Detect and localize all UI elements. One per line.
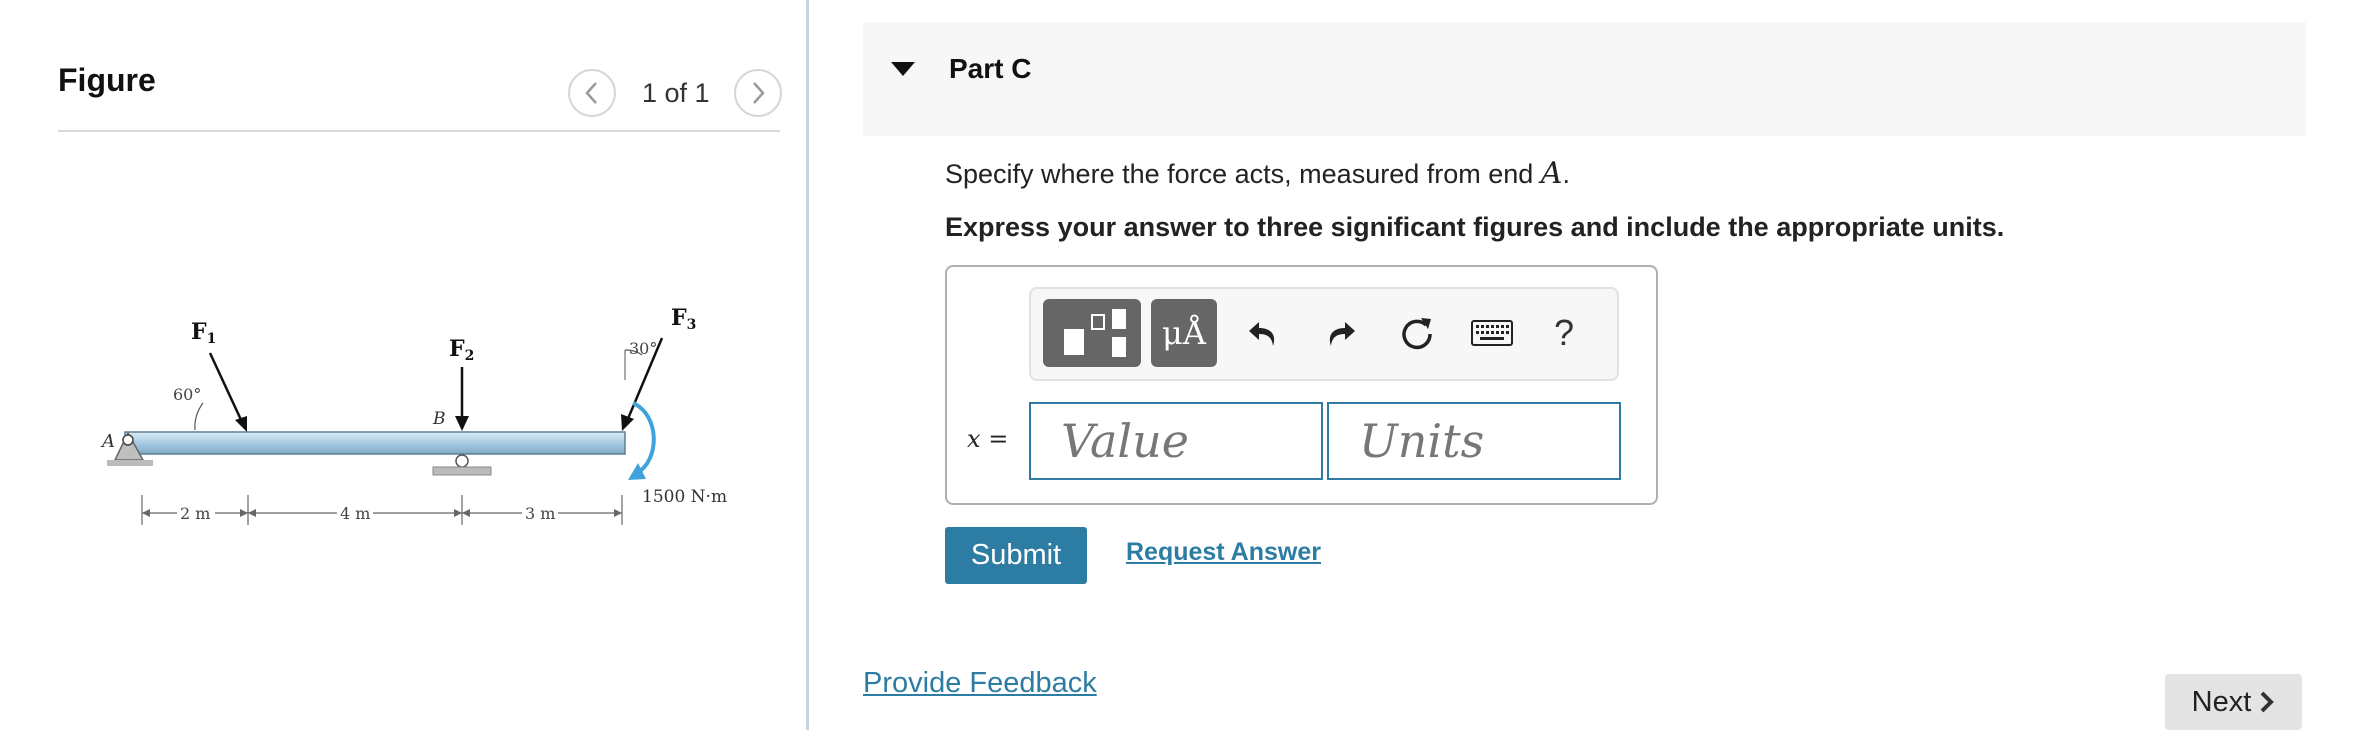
question-prompt: Specify where the force acts, measured f… — [945, 156, 1570, 191]
reset-button[interactable] — [1389, 299, 1445, 367]
answer-instruction: Express your answer to three significant… — [945, 212, 2005, 242]
help-icon: ? — [1553, 312, 1575, 353]
prompt-variable: A — [1540, 156, 1563, 191]
keyboard-icon — [1471, 320, 1513, 346]
panel-divider — [806, 0, 809, 730]
part-title: Part C — [949, 53, 1032, 84]
page-indicator: 1 of 1 — [642, 77, 710, 108]
angle-f3-label: 30° — [629, 339, 657, 358]
beam — [124, 431, 626, 455]
templates-icon — [1064, 309, 1126, 357]
part-c-header[interactable]: Part C — [863, 22, 2306, 136]
distance-label-3: 3 m — [525, 504, 555, 523]
units-input[interactable]: Units — [1327, 402, 1621, 480]
force-f3-label: F3 — [671, 305, 696, 333]
provide-feedback-link[interactable]: Provide Feedback — [863, 667, 1097, 700]
units-button[interactable]: μÅ — [1151, 299, 1217, 367]
chevron-right-icon — [2260, 691, 2275, 713]
chevron-left-icon — [585, 82, 597, 104]
undo-button[interactable] — [1235, 299, 1291, 367]
units-placeholder: Units — [1359, 414, 1485, 468]
answer-box: μÅ ? x = Value Units — [945, 265, 1658, 505]
request-answer-link[interactable]: Request Answer — [1126, 538, 1321, 567]
prompt-text: Specify where the force acts, measured f… — [945, 159, 1541, 189]
next-figure-button[interactable] — [733, 69, 782, 117]
figure-title: Figure — [58, 62, 156, 98]
moment-label: 1500 N·m — [642, 487, 727, 507]
units-icon: μÅ — [1162, 314, 1206, 352]
force-f2-label: F2 — [449, 336, 474, 364]
answer-variable-label: x = — [967, 425, 1008, 453]
force-f2-arrow — [455, 367, 469, 431]
next-label: Next — [2191, 685, 2252, 718]
previous-figure-button[interactable] — [568, 69, 616, 117]
math-toolbar: μÅ ? — [1029, 287, 1619, 381]
force-f1-label: F1 — [191, 319, 216, 347]
next-button[interactable]: Next — [2165, 674, 2302, 730]
figure-header-rule — [58, 130, 780, 132]
undo-icon — [1249, 322, 1275, 346]
answer-equals: = — [988, 425, 1009, 453]
answer-variable: x — [967, 425, 981, 453]
angle-f1-label: 60° — [173, 385, 201, 404]
point-a-label: A — [100, 431, 115, 452]
chevron-right-icon — [752, 82, 765, 104]
point-b-label: B — [432, 409, 446, 429]
beam-diagram: A B F1 60° F2 F3 30° 1500 N·m 2 m 4 m 3 … — [100, 305, 727, 525]
value-placeholder: Value — [1061, 414, 1189, 468]
help-button[interactable]: ? — [1539, 299, 1589, 367]
moment-arrow — [628, 401, 656, 480]
reset-icon — [1402, 318, 1432, 350]
templates-button[interactable] — [1043, 299, 1141, 367]
force-f1-arrow — [208, 352, 247, 432]
figure-pager: 1 of 1 — [568, 66, 782, 120]
distance-label-1: 2 m — [180, 504, 210, 523]
redo-icon — [1329, 322, 1355, 346]
prompt-end: . — [1562, 159, 1570, 189]
distance-label-2: 4 m — [340, 504, 370, 523]
collapse-caret-icon[interactable] — [891, 62, 915, 78]
roller-support-b — [432, 454, 492, 476]
submit-button[interactable]: Submit — [945, 527, 1087, 584]
keyboard-button[interactable] — [1463, 299, 1521, 367]
value-input[interactable]: Value — [1029, 402, 1323, 480]
redo-button[interactable] — [1313, 299, 1369, 367]
